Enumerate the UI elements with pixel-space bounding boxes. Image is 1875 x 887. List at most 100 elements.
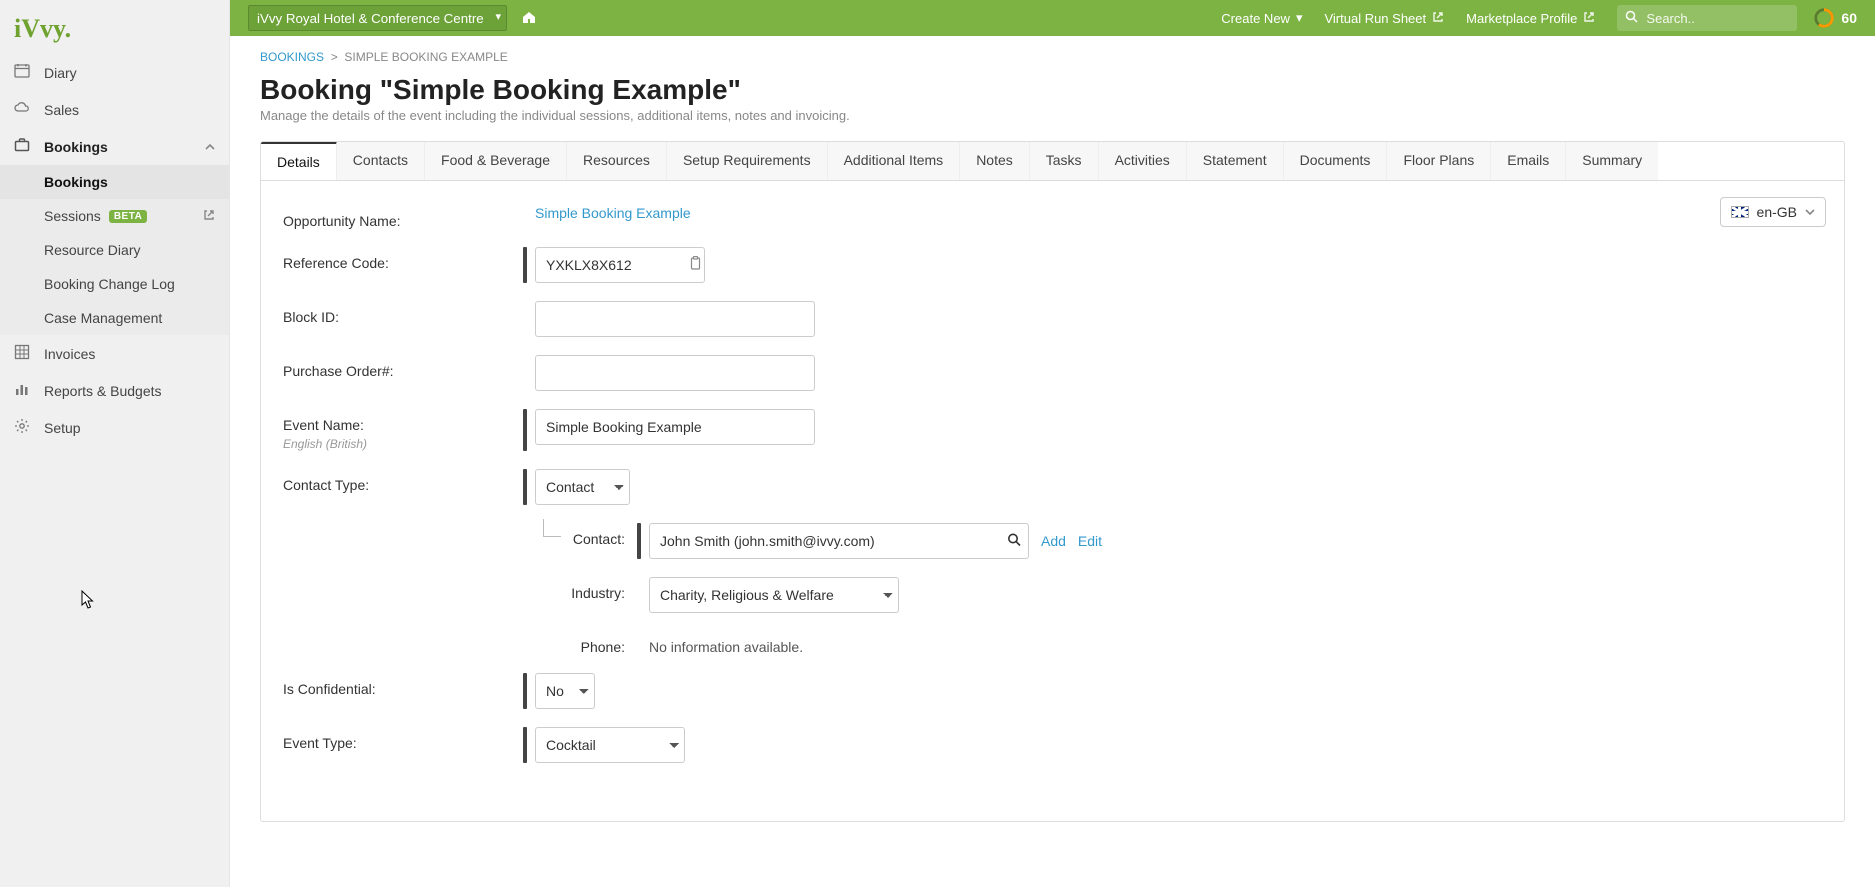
sidebar-item-label: Setup <box>44 420 81 436</box>
sidebar-subitem-label: Case Management <box>44 310 162 326</box>
grid-icon <box>14 344 34 363</box>
marketplace-profile-label: Marketplace Profile <box>1466 11 1577 26</box>
contact-type-label: Contact Type: <box>283 469 523 493</box>
purchase-order-input[interactable] <box>535 355 815 391</box>
sidebar-subitem-sessions[interactable]: Sessions BETA <box>0 199 229 233</box>
tab-bar: Details Contacts Food & Beverage Resourc… <box>260 141 1845 180</box>
industry-select[interactable]: Charity, Religious & Welfare <box>649 577 899 613</box>
page-title: Booking "Simple Booking Example" <box>260 74 1845 106</box>
locale-selector[interactable]: en-GB <box>1720 197 1826 227</box>
home-icon <box>521 9 537 25</box>
sidebar-item-diary[interactable]: Diary <box>0 54 229 91</box>
cloud-icon <box>14 100 34 119</box>
create-new-menu[interactable]: Create New ▾ <box>1221 10 1302 26</box>
sidebar-bookings-submenu: Bookings Sessions BETA Resource Diary Bo… <box>0 165 229 335</box>
breadcrumb-root-link[interactable]: BOOKINGS <box>260 50 324 64</box>
sidebar-item-label: Reports & Budgets <box>44 383 162 399</box>
event-type-select[interactable]: Cocktail <box>535 727 685 763</box>
tab-setup-requirements[interactable]: Setup Requirements <box>667 142 828 180</box>
opportunity-name-link[interactable]: Simple Booking Example <box>535 205 691 221</box>
tree-elbow-icon <box>543 519 561 537</box>
sidebar-subitem-booking-change-log[interactable]: Booking Change Log <box>0 267 229 301</box>
search-icon <box>1625 10 1638 26</box>
is-confidential-label: Is Confidential: <box>283 673 523 697</box>
required-indicator <box>523 469 527 505</box>
virtual-run-sheet-link[interactable]: Virtual Run Sheet <box>1324 11 1444 26</box>
progress-ring-icon <box>1813 7 1835 29</box>
briefcase-icon <box>14 137 34 156</box>
tab-emails[interactable]: Emails <box>1491 142 1566 180</box>
tab-details[interactable]: Details <box>261 141 337 180</box>
phone-value: No information available. <box>649 631 803 655</box>
virtual-run-sheet-label: Virtual Run Sheet <box>1324 11 1426 26</box>
reference-code-label: Reference Code: <box>283 247 523 271</box>
search-box[interactable] <box>1617 5 1797 31</box>
sidebar-item-label: Bookings <box>44 139 108 155</box>
progress-value: 60 <box>1841 10 1857 26</box>
external-link-icon <box>203 209 215 224</box>
tab-summary[interactable]: Summary <box>1566 142 1658 180</box>
sidebar-subitem-resource-diary[interactable]: Resource Diary <box>0 233 229 267</box>
tab-documents[interactable]: Documents <box>1284 142 1388 180</box>
sidebar-item-setup[interactable]: Setup <box>0 409 229 446</box>
required-indicator <box>523 727 527 763</box>
tab-activities[interactable]: Activities <box>1099 142 1187 180</box>
required-indicator <box>523 673 527 709</box>
sidebar-subitem-label: Resource Diary <box>44 242 140 258</box>
block-id-input[interactable] <box>535 301 815 337</box>
caret-down-icon: ▾ <box>1296 10 1303 26</box>
tab-resources[interactable]: Resources <box>567 142 667 180</box>
external-link-icon <box>1432 11 1444 26</box>
tab-food-beverage[interactable]: Food & Beverage <box>425 142 567 180</box>
page-subtitle: Manage the details of the event includin… <box>260 108 1845 123</box>
tab-contacts[interactable]: Contacts <box>337 142 425 180</box>
sidebar-subitem-label: Bookings <box>44 174 108 190</box>
locale-label: en-GB <box>1757 204 1797 220</box>
event-name-label: Event Name: English (British) <box>283 409 523 451</box>
contact-input[interactable] <box>649 523 1029 559</box>
sidebar-subitem-label: Booking Change Log <box>44 276 175 292</box>
contact-add-link[interactable]: Add <box>1041 533 1066 549</box>
create-new-label: Create New <box>1221 11 1290 26</box>
calendar-icon <box>14 63 34 82</box>
reference-code-input[interactable] <box>535 247 705 283</box>
details-panel: en-GB Opportunity Name: Simple Booking E… <box>260 180 1845 822</box>
sidebar-item-reports[interactable]: Reports & Budgets <box>0 372 229 409</box>
sidebar-item-bookings[interactable]: Bookings <box>0 128 229 165</box>
external-link-icon <box>1583 11 1595 26</box>
breadcrumb: BOOKINGS > SIMPLE BOOKING EXAMPLE <box>260 50 1845 64</box>
sidebar-item-label: Diary <box>44 65 77 81</box>
sidebar-item-label: Sales <box>44 102 79 118</box>
marketplace-profile-link[interactable]: Marketplace Profile <box>1466 11 1595 26</box>
event-name-input[interactable] <box>535 409 815 445</box>
sidebar-item-sales[interactable]: Sales <box>0 91 229 128</box>
tab-statement[interactable]: Statement <box>1187 142 1284 180</box>
sidebar-subitem-bookings[interactable]: Bookings <box>0 165 229 199</box>
tab-tasks[interactable]: Tasks <box>1030 142 1099 180</box>
home-button[interactable] <box>521 9 537 28</box>
tab-additional-items[interactable]: Additional Items <box>828 142 961 180</box>
venue-select[interactable]: iVvy Royal Hotel & Conference Centre <box>248 5 507 31</box>
sidebar: iVvy. Diary Sales Bookings Bookings Sess… <box>0 0 230 887</box>
required-indicator <box>523 247 527 283</box>
uk-flag-icon <box>1731 206 1749 218</box>
event-name-label-text: Event Name: <box>283 417 364 433</box>
main-content: BOOKINGS > SIMPLE BOOKING EXAMPLE Bookin… <box>230 0 1875 862</box>
purchase-order-label: Purchase Order#: <box>283 355 523 379</box>
opportunity-name-label: Opportunity Name: <box>283 205 523 229</box>
tab-notes[interactable]: Notes <box>960 142 1030 180</box>
sidebar-item-invoices[interactable]: Invoices <box>0 335 229 372</box>
industry-label: Industry: <box>567 577 637 601</box>
tab-floor-plans[interactable]: Floor Plans <box>1387 142 1491 180</box>
is-confidential-select[interactable]: No <box>535 673 595 709</box>
chevron-up-icon <box>205 139 215 155</box>
beta-badge: BETA <box>109 210 147 223</box>
contact-edit-link[interactable]: Edit <box>1078 533 1102 549</box>
contact-type-select[interactable]: Contact <box>535 469 630 505</box>
sidebar-subitem-case-management[interactable]: Case Management <box>0 301 229 335</box>
block-id-label: Block ID: <box>283 301 523 325</box>
required-indicator <box>637 523 641 559</box>
phone-label: Phone: <box>567 631 637 655</box>
search-input[interactable] <box>1644 10 1774 27</box>
gear-icon <box>14 418 34 437</box>
